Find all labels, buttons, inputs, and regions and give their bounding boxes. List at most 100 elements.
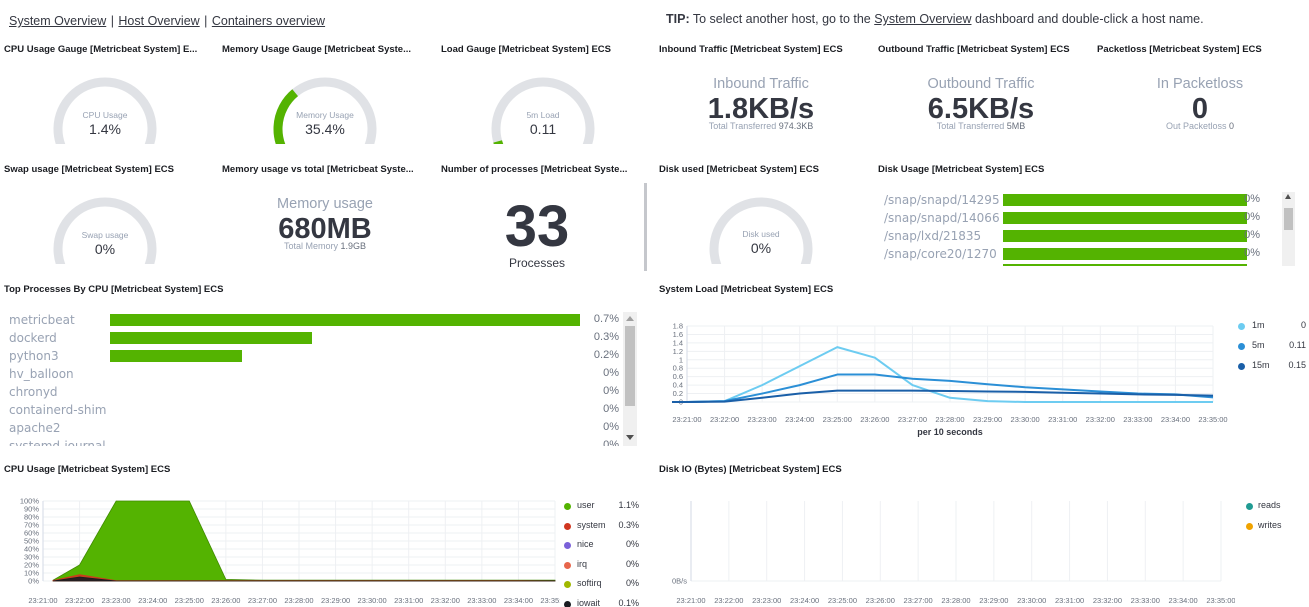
panel-title-top-processes: Top Processes By CPU [Metricbeat System]… (4, 284, 224, 295)
cpu-usage-chart: 23:21:00 23:22:00 23:23:00 23:24:00 23:25:00… (20, 497, 560, 606)
panel-title-outbound-traffic: Outbound Traffic [Metricbeat System] ECS (878, 44, 1070, 55)
disk-usage-pct: 0% (1244, 193, 1260, 205)
inbound-total: Total Transferred 974.3KB (680, 121, 842, 131)
legend-label: 5m (1252, 340, 1265, 350)
disk-usage-bar (1003, 230, 1247, 242)
legend-item[interactable]: user 1.1% (562, 500, 642, 514)
load-gauge-label: 5m Load (526, 110, 560, 120)
memory-gauge-label: Memory Usage (296, 110, 354, 120)
disk-usage-scrollbar[interactable] (1282, 192, 1295, 266)
process-cpu-bar (110, 332, 313, 344)
x-tick-label: 23:32:00 (1093, 596, 1122, 605)
cpu-usage-legend: user 1.1% system 0.3% nice 0% irq 0% softirq 0% io… (562, 500, 642, 607)
legend-value: 0.11 (1289, 340, 1306, 350)
process-cpu-pct: 0.3% (593, 331, 619, 343)
process-name-label: systemd-journal (9, 439, 106, 446)
x-tick-label: 23:23:00 (102, 596, 131, 605)
inbound-traffic-heading: Inbound Traffic (713, 76, 809, 92)
legend-item[interactable]: 5m 0.11 (1236, 340, 1306, 354)
x-tick-label: 23:29:00 (973, 415, 1002, 424)
scroll-up-icon[interactable] (626, 316, 634, 321)
panel-title-disk-used: Disk used [Metricbeat System] ECS (659, 164, 819, 175)
legend-dot (1246, 503, 1253, 510)
total-memory: Total Memory 1.9GB (245, 241, 405, 251)
x-tick-label: 23:32:00 (431, 596, 460, 605)
tip-link-system-overview[interactable]: System Overview (874, 12, 971, 26)
out-packetloss-label: Out Packetloss (1165, 121, 1227, 131)
legend-label: system (577, 519, 606, 530)
disk-usage-pct: 0% (1244, 247, 1260, 259)
nav-link-host-overview[interactable]: Host Overview (118, 14, 199, 28)
process-name-label: chronyd (9, 385, 58, 399)
legend-value: 0.15 (1288, 360, 1306, 370)
inbound-total-value: 974.3KB (778, 121, 814, 131)
nav-link-containers-overview[interactable]: Containers overview (212, 14, 325, 28)
x-tick-label: 23:21:00 (672, 415, 701, 424)
legend-value: 0.1% (618, 598, 639, 607)
legend-item[interactable]: 15m 0.15 (1236, 360, 1306, 374)
panel-title-cpu-gauge: CPU Usage Gauge [Metricbeat System] E... (4, 44, 198, 55)
x-tick-label: 23:35:00 (540, 596, 560, 605)
legend-label: writes (1258, 520, 1282, 530)
list-item: chronyd 0% (9, 384, 621, 402)
list-item: metricbeat 0.7% (9, 312, 621, 330)
disk-usage-pct: 0% (1244, 229, 1260, 241)
x-tick-label: 23:28:00 (941, 596, 970, 605)
scroll-down-icon[interactable] (626, 435, 634, 440)
process-cpu-pct: 0% (603, 367, 619, 379)
legend-dot (1238, 343, 1245, 350)
scroll-thumb[interactable] (625, 326, 635, 406)
list-item: /snap/core20/1270 0% (884, 246, 1280, 264)
nav-link-system-overview[interactable]: System Overview (9, 14, 106, 28)
legend-item[interactable]: writes (1244, 520, 1304, 534)
panel-title-disk-io: Disk IO (Bytes) [Metricbeat System] ECS (659, 464, 842, 475)
inbound-total-label: Total Transferred (708, 121, 777, 131)
legend-item[interactable]: softirq 0% (562, 578, 642, 592)
nav-separator: | (110, 14, 114, 28)
scroll-up-icon[interactable] (1285, 194, 1291, 199)
legend-item[interactable]: iowait 0.1% (562, 598, 642, 607)
panel-title-disk-usage: Disk Usage [Metricbeat System] ECS (878, 164, 1045, 175)
process-count-label: Processes (508, 256, 566, 270)
legend-item[interactable]: irq 0% (562, 559, 642, 573)
x-axis-label: per 10 seconds (917, 427, 983, 437)
swap-gauge-label: Swap usage (81, 230, 129, 240)
total-memory-value: 1.9GB (340, 241, 367, 251)
list-item: dockerd 0.3% (9, 330, 621, 348)
panel-title-packetloss: Packetloss [Metricbeat System] ECS (1097, 44, 1262, 55)
outbound-traffic-value: 6.5KB/s (927, 93, 1035, 125)
list-item: python3 0.2% (9, 348, 621, 366)
legend-dot (1246, 523, 1253, 530)
panel-title-inbound-traffic: Inbound Traffic [Metricbeat System] ECS (659, 44, 843, 55)
x-tick-label: 23:24:00 (790, 596, 819, 605)
tip-prefix: TIP: (666, 12, 690, 26)
disk-usage-list: /snap/snapd/14295 0% /snap/snapd/14066 0… (884, 192, 1280, 266)
panel-title-processes: Number of processes [Metricbeat Syste... (441, 164, 628, 175)
total-memory-label: Total Memory (283, 241, 338, 251)
process-count-value: 33 (504, 194, 570, 259)
disk-usage-bar (1003, 248, 1247, 260)
top-processes-scrollbar[interactable] (623, 312, 637, 446)
legend-item[interactable]: reads (1244, 500, 1304, 514)
x-tick-label: 23:27:00 (904, 596, 933, 605)
x-tick-label: 23:35:00 (1198, 415, 1227, 424)
legend-label: irq (577, 558, 588, 569)
process-name-label: python3 (9, 349, 59, 363)
legend-item[interactable]: system 0.3% (562, 520, 642, 534)
nav-separator: | (204, 14, 208, 28)
swap-gauge-value: 0% (94, 241, 116, 257)
panel-resize-handle[interactable] (644, 183, 647, 271)
tip-before: To select another host, go to the (689, 12, 875, 26)
scroll-thumb[interactable] (1284, 208, 1293, 230)
legend-label: reads (1258, 500, 1281, 510)
load-gauge-value: 0.11 (529, 121, 557, 137)
x-tick-label: 23:22:00 (710, 415, 739, 424)
legend-value: 1.1% (618, 500, 639, 510)
x-tick-label: 23:34:00 (504, 596, 533, 605)
x-tick-label: 23:27:00 (898, 415, 927, 424)
legend-item[interactable]: nice 0% (562, 539, 642, 553)
legend-label: user (577, 500, 595, 510)
legend-item[interactable]: 1m 0 (1236, 320, 1306, 334)
x-tick-label: 23:30:00 (1011, 415, 1040, 424)
cpu-gauge-value: 1.4% (89, 121, 121, 137)
